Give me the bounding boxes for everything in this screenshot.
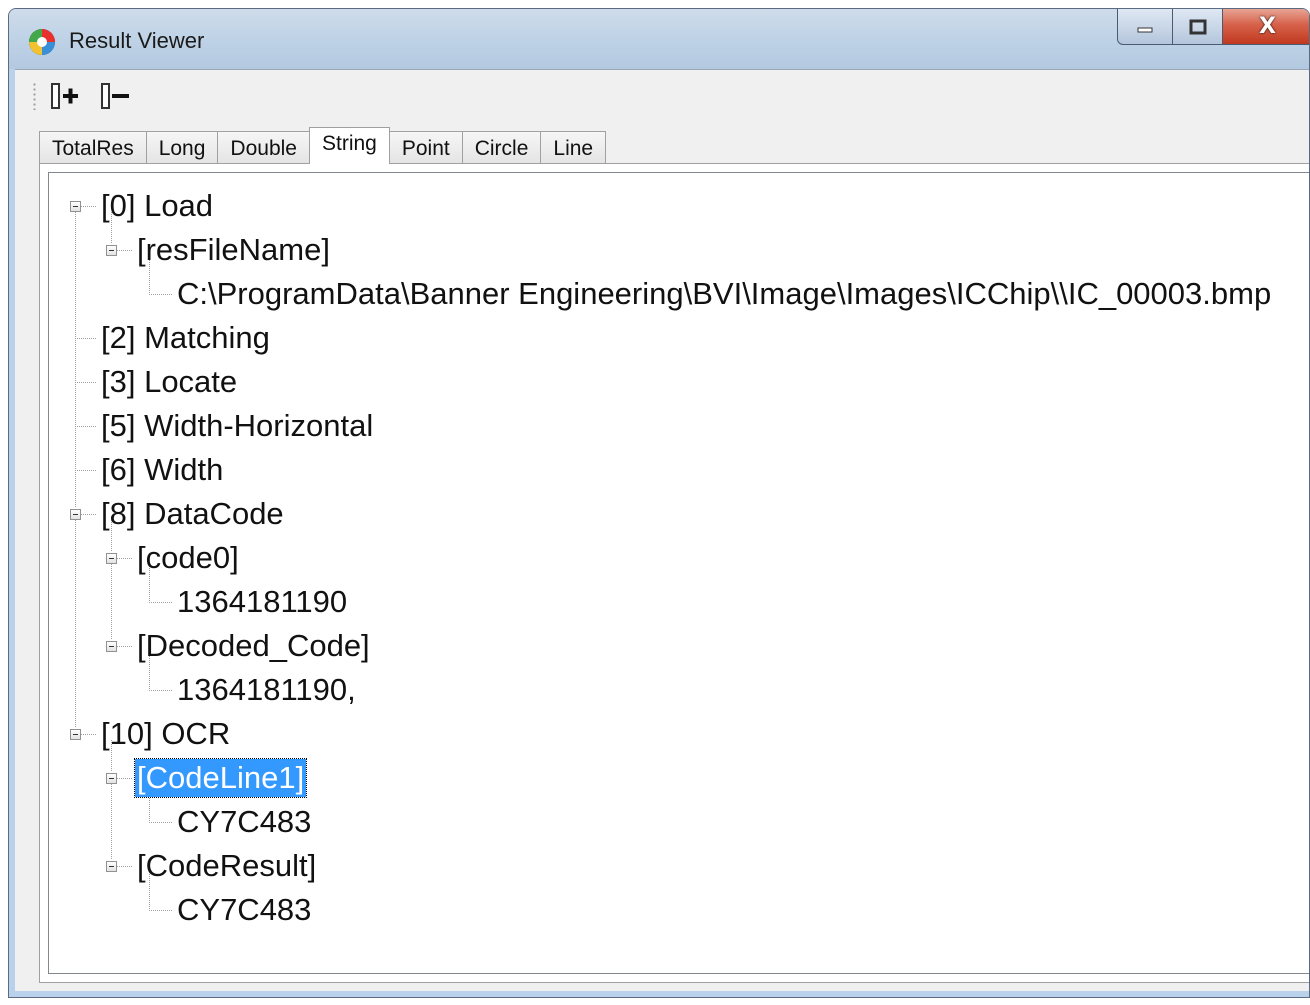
collapse-toggle-icon[interactable] — [70, 509, 81, 520]
result-tree: [0] Load [resFileName] C:\ProgramData\Bann… — [49, 173, 1309, 973]
tree-node-label[interactable]: C:\ProgramData\Banner Engineering\BVI\Im… — [175, 275, 1273, 313]
tree-node-label[interactable]: [CodeLine1] — [133, 758, 308, 798]
result-viewer-window: Result Viewer X TotalRes Long Double Str… — [8, 8, 1310, 998]
collapse-all-icon — [101, 83, 129, 109]
tree-node[interactable]: [CodeLine1] — [133, 756, 308, 800]
tree-node-label[interactable]: 1364181190 — [175, 583, 349, 621]
tree-node[interactable]: [10] OCR — [99, 712, 232, 756]
tree-node-label[interactable]: [code0] — [135, 539, 241, 577]
collapse-all-button[interactable] — [99, 82, 133, 110]
tab-double[interactable]: Double — [217, 131, 310, 164]
tree-node-label[interactable]: [resFileName] — [135, 231, 332, 269]
tab-point[interactable]: Point — [388, 131, 463, 164]
tree-node[interactable]: [Decoded_Code] — [135, 624, 372, 668]
tab-totalres[interactable]: TotalRes — [39, 131, 147, 164]
collapse-toggle-icon[interactable] — [106, 641, 117, 652]
tree-node[interactable]: [2] Matching — [99, 316, 272, 360]
tree-node-label[interactable]: CY7C483 — [175, 803, 313, 841]
tree-node[interactable]: [resFileName] — [135, 228, 332, 272]
tree-node-label[interactable]: [0] Load — [99, 187, 215, 225]
tree-node-label[interactable]: [3] Locate — [99, 363, 239, 401]
tree-node[interactable]: [0] Load — [99, 184, 215, 228]
tab-strip: TotalRes Long Double String Point Circle Line — [39, 127, 607, 164]
collapse-toggle-icon[interactable] — [106, 773, 117, 784]
window-title: Result Viewer — [69, 28, 205, 53]
tree-node-label[interactable]: [6] Width — [99, 451, 225, 489]
maximize-icon — [1189, 19, 1206, 34]
toolbar — [15, 70, 1309, 122]
maximize-button[interactable] — [1173, 9, 1223, 45]
result-tree-view[interactable]: [0] Load [resFileName] C:\ProgramData\Bann… — [48, 172, 1309, 974]
collapse-toggle-icon[interactable] — [106, 553, 117, 564]
close-button[interactable]: X — [1223, 9, 1309, 45]
tree-node[interactable]: 1364181190 — [175, 580, 349, 624]
tab-string[interactable]: String — [308, 127, 390, 164]
tree-node[interactable]: 1364181190, — [175, 668, 358, 712]
minimize-icon — [1137, 27, 1153, 32]
tree-node[interactable]: CY7C483 — [175, 800, 313, 844]
tab-long[interactable]: Long — [145, 131, 219, 164]
tree-node[interactable]: [3] Locate — [99, 360, 239, 404]
tree-node[interactable]: [code0] — [135, 536, 241, 580]
tree-node[interactable]: CY7C483 — [175, 888, 313, 932]
tree-node-label[interactable]: [5] Width-Horizontal — [99, 407, 375, 445]
tab-circle[interactable]: Circle — [461, 131, 542, 164]
expand-all-icon — [51, 83, 78, 109]
collapse-toggle-icon[interactable] — [106, 861, 117, 872]
tree-node-label[interactable]: CY7C483 — [175, 891, 313, 929]
minimize-button[interactable] — [1117, 9, 1173, 45]
tree-node[interactable]: [8] DataCode — [99, 492, 286, 536]
title-bar[interactable]: Result Viewer X — [9, 9, 1309, 69]
tree-node[interactable]: [CodeResult] — [135, 844, 318, 888]
toolbar-grip-icon[interactable] — [33, 82, 36, 110]
tree-node-label[interactable]: [8] DataCode — [99, 495, 286, 533]
tree-node-label[interactable]: [2] Matching — [99, 319, 272, 357]
collapse-toggle-icon[interactable] — [70, 201, 81, 212]
tree-node-label[interactable]: [CodeResult] — [135, 847, 318, 885]
window-controls: X — [1117, 9, 1309, 47]
app-icon — [29, 29, 55, 55]
expand-all-button[interactable] — [49, 82, 83, 110]
collapse-toggle-icon[interactable] — [70, 729, 81, 740]
tree-node[interactable]: [6] Width — [99, 448, 225, 492]
close-icon: X — [1259, 14, 1276, 39]
tree-node[interactable]: C:\ProgramData\Banner Engineering\BVI\Im… — [175, 272, 1273, 316]
tab-line[interactable]: Line — [540, 131, 607, 164]
string-tab-panel: [0] Load [resFileName] C:\ProgramData\Bann… — [39, 163, 1309, 983]
tree-node-label[interactable]: 1364181190, — [175, 671, 358, 709]
tree-node[interactable]: [5] Width-Horizontal — [99, 404, 375, 448]
tree-node-label[interactable]: [10] OCR — [99, 715, 232, 753]
collapse-toggle-icon[interactable] — [106, 245, 117, 256]
window-content: TotalRes Long Double String Point Circle Line … — [15, 69, 1309, 991]
tree-node-label[interactable]: [Decoded_Code] — [135, 627, 372, 665]
